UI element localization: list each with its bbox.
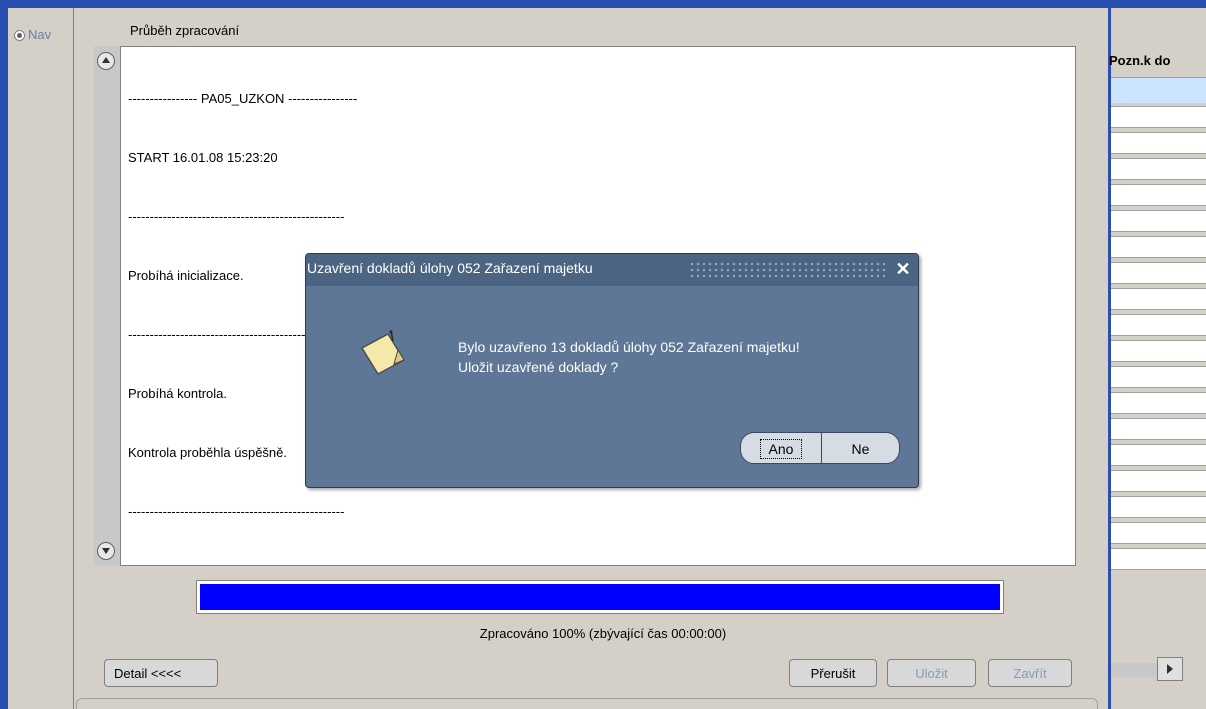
table-row[interactable]: [1111, 184, 1206, 206]
table-row[interactable]: [1111, 106, 1206, 128]
scroll-right-button[interactable]: [1157, 657, 1183, 681]
nav-radio-button[interactable]: [14, 30, 25, 41]
table-row[interactable]: [1111, 366, 1206, 388]
chevron-up-icon: [102, 57, 110, 63]
table-row[interactable]: [1111, 418, 1206, 440]
close-button[interactable]: Zavřít: [988, 659, 1072, 687]
left-panel: [8, 8, 74, 709]
dialog-message: Bylo uzavřeno 13 dokladů úlohy 052 Zařaz…: [458, 337, 800, 377]
save-button[interactable]: Uložit: [887, 659, 976, 687]
table-row[interactable]: [1111, 340, 1206, 362]
progress-fill: [200, 584, 1000, 610]
window-top-border: [0, 0, 1206, 8]
yes-button-label: Ano: [759, 439, 803, 459]
interrupt-button[interactable]: Přerušit: [789, 659, 877, 687]
table-row[interactable]: [1111, 132, 1206, 154]
table-row[interactable]: [1111, 470, 1206, 492]
scroll-down-button[interactable]: [97, 542, 115, 560]
table-row[interactable]: [1111, 496, 1206, 518]
close-icon[interactable]: ✕: [892, 257, 914, 281]
table-row[interactable]: [1111, 210, 1206, 232]
table-row[interactable]: [1111, 288, 1206, 310]
window-left-border: [0, 0, 8, 709]
scroll-up-button[interactable]: [97, 52, 115, 70]
table-row[interactable]: [1111, 444, 1206, 466]
log-line: ----------------------------------------…: [128, 209, 345, 224]
progress-label: Zpracováno 100% (zbývající čas 00:00:00): [479, 626, 727, 641]
table-row[interactable]: [1111, 262, 1206, 284]
table-row[interactable]: [1111, 548, 1206, 570]
nav-label: Nav: [28, 27, 52, 42]
log-line: START 16.01.08 15:23:20: [128, 150, 278, 165]
table-row[interactable]: [1111, 236, 1206, 258]
table-row[interactable]: [1111, 392, 1206, 414]
no-button[interactable]: Ne: [821, 432, 900, 464]
table-row[interactable]: [1111, 158, 1206, 180]
dialog-message-line: Uložit uzavřené doklady ?: [458, 359, 619, 375]
dialog-title: Uzavření dokladů úlohy 052 Zařazení maje…: [307, 260, 593, 276]
log-line: ----------------------------------------…: [128, 504, 345, 519]
bottom-status-frame: [76, 698, 1098, 709]
panel-title: Průběh zpracování: [130, 23, 240, 38]
dialog-message-line: Bylo uzavřeno 13 dokladů úlohy 052 Zařaz…: [458, 339, 800, 355]
table-row[interactable]: [1111, 314, 1206, 336]
yes-button[interactable]: Ano: [740, 432, 822, 464]
table-row[interactable]: [1111, 522, 1206, 544]
horizontal-scrollbar[interactable]: [1111, 663, 1157, 677]
detail-button[interactable]: Detail <<<<: [104, 659, 218, 687]
column-header[interactable]: Pozn.k do: [1109, 53, 1170, 68]
log-scrollbar[interactable]: [94, 46, 120, 566]
titlebar-grip-pattern: [689, 261, 885, 278]
table-row-selected[interactable]: [1111, 77, 1206, 103]
note-icon: [361, 330, 405, 375]
log-line: ---------------- PA05_UZKON ------------…: [128, 91, 358, 106]
chevron-right-icon: [1167, 664, 1173, 674]
chevron-down-icon: [102, 548, 110, 554]
